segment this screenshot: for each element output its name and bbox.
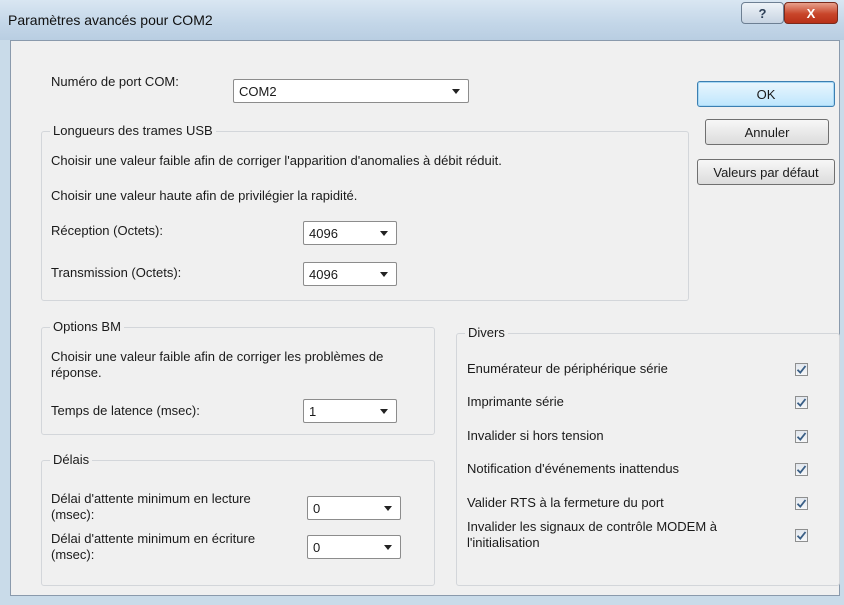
checkmark-icon	[796, 432, 807, 441]
misc-item-checkbox[interactable]	[795, 529, 808, 542]
checkmark-icon	[796, 398, 807, 407]
write-delay-label: Délai d'attente minimum en écriture (mse…	[51, 531, 256, 562]
misc-item-label: Imprimante série	[467, 394, 564, 409]
defaults-button[interactable]: Valeurs par défaut	[697, 159, 835, 185]
misc-item-checkbox[interactable]	[795, 430, 808, 443]
misc-item-checkbox[interactable]	[795, 497, 808, 510]
cancel-button-label: Annuler	[744, 124, 790, 140]
rx-select-value: 4096	[309, 226, 338, 241]
misc-item-checkbox[interactable]	[795, 463, 808, 476]
rx-label: Réception (Octets):	[51, 223, 163, 238]
usb-hint-high: Choisir une valeur haute afin de privilé…	[51, 188, 358, 203]
bm-hint: Choisir une valeur faible afin de corrig…	[51, 349, 384, 380]
tx-label: Transmission (Octets):	[51, 265, 182, 280]
misc-group-title: Divers	[465, 325, 508, 340]
latency-label: Temps de latence (msec):	[51, 403, 200, 418]
read-delay-value: 0	[313, 501, 321, 516]
usb-group-title: Longueurs des trames USB	[50, 123, 216, 138]
misc-item-label: Invalider si hors tension	[467, 428, 604, 443]
misc-item-checkbox[interactable]	[795, 363, 808, 376]
write-delay-value: 0	[313, 540, 321, 555]
cancel-button[interactable]: Annuler	[705, 119, 829, 145]
tx-select[interactable]: 4096	[303, 262, 397, 286]
ok-button-label: OK	[756, 86, 776, 102]
latency-select[interactable]: 1	[303, 399, 397, 423]
chevron-down-icon	[380, 409, 388, 414]
delays-group-title: Délais	[50, 452, 93, 467]
misc-item-checkbox[interactable]	[795, 396, 808, 409]
latency-select-value: 1	[309, 404, 317, 419]
chevron-down-icon	[452, 89, 460, 94]
port-label: Numéro de port COM:	[51, 74, 179, 89]
chevron-down-icon	[380, 272, 388, 277]
help-button[interactable]: ?	[741, 2, 784, 24]
close-icon: X	[806, 5, 816, 21]
window-title: Paramètres avancés pour COM2	[8, 12, 213, 28]
misc-item-label: Enumérateur de périphérique série	[467, 361, 668, 376]
port-select-value: COM2	[239, 84, 277, 99]
checkmark-icon	[796, 499, 807, 508]
ok-button[interactable]: OK	[697, 81, 835, 107]
write-delay-select[interactable]: 0	[307, 535, 401, 559]
checkmark-icon	[796, 531, 807, 540]
read-delay-select[interactable]: 0	[307, 496, 401, 520]
delays-group: Délais	[41, 452, 435, 586]
chevron-down-icon	[384, 545, 392, 550]
close-button[interactable]: X	[784, 2, 838, 24]
bm-group-title: Options BM	[50, 319, 124, 334]
chevron-down-icon	[380, 231, 388, 236]
title-bar: Paramètres avancés pour COM2 ? X	[0, 0, 844, 40]
usb-hint-low: Choisir une valeur faible afin de corrig…	[51, 153, 502, 168]
misc-item-label: Valider RTS à la fermeture du port	[467, 495, 664, 510]
checkmark-icon	[796, 465, 807, 474]
chevron-down-icon	[384, 506, 392, 511]
help-icon: ?	[758, 5, 767, 21]
rx-select[interactable]: 4096	[303, 221, 397, 245]
port-select[interactable]: COM2	[233, 79, 469, 103]
misc-item-label: Invalider les signaux de contrôle MODEM …	[467, 519, 718, 550]
tx-select-value: 4096	[309, 267, 338, 282]
read-delay-label: Délai d'attente minimum en lecture (msec…	[51, 491, 251, 522]
dialog-body: Numéro de port COM: COM2 OK Annuler Vale…	[10, 40, 840, 596]
checkmark-icon	[796, 365, 807, 374]
misc-item-label: Notification d'événements inattendus	[467, 461, 680, 476]
defaults-button-label: Valeurs par défaut	[713, 164, 819, 180]
